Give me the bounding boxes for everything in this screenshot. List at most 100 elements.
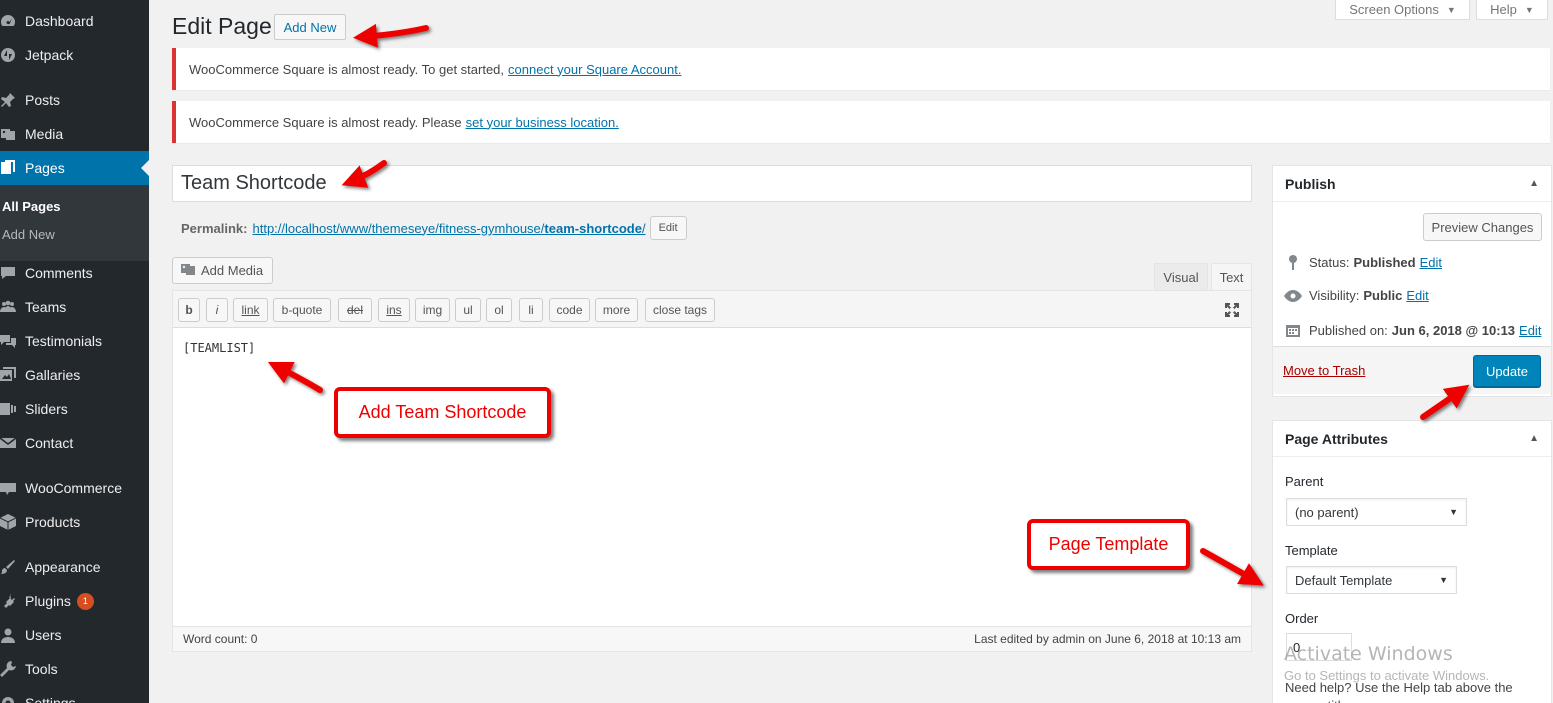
calendar-icon: [1283, 322, 1303, 338]
submenu-all-pages[interactable]: All Pages: [2, 199, 61, 214]
quicktag-italic-button[interactable]: i: [206, 298, 228, 322]
post-title-input[interactable]: Team Shortcode: [172, 165, 1252, 202]
quicktag-bquote-button[interactable]: b-quote: [273, 298, 331, 322]
tab-text[interactable]: Text: [1211, 263, 1252, 291]
annotation-callout-shortcode: Add Team Shortcode: [334, 387, 551, 438]
add-new-page-button[interactable]: Add New: [274, 14, 346, 40]
screen-options-button[interactable]: Screen Options ▼: [1335, 0, 1470, 20]
connect-square-link[interactable]: connect your Square Account.: [508, 62, 681, 77]
tools-icon: [0, 652, 20, 686]
parent-label: Parent: [1285, 474, 1324, 489]
quicktag-bold-button[interactable]: b: [178, 298, 200, 322]
products-icon: [0, 505, 20, 539]
content-textarea[interactable]: [TEAMLIST]: [183, 341, 255, 355]
sidebar-item-settings[interactable]: Settings: [0, 686, 149, 703]
edit-visibility-link[interactable]: Edit: [1406, 288, 1428, 303]
quicktag-code-button[interactable]: code: [549, 298, 590, 322]
sidebar-item-label: Media: [25, 126, 64, 142]
woocommerce-icon: [0, 471, 20, 505]
edit-status-link[interactable]: Edit: [1420, 255, 1442, 270]
quicktags-toolbar: b i link b-quote del ins img ul ol li co…: [173, 291, 1251, 328]
sidebar-item-tools[interactable]: Tools: [0, 652, 149, 686]
parent-select[interactable]: (no parent) ▼: [1286, 498, 1467, 526]
sidebar-item-testimonials[interactable]: Testimonials: [0, 324, 149, 358]
quicktag-link-button[interactable]: link: [233, 298, 268, 322]
add-media-icon: [180, 261, 196, 280]
published-date-row: Published on: Jun 6, 2018 @ 10:13 Edit: [1283, 322, 1541, 338]
sidebar-item-label: Appearance: [25, 559, 101, 575]
jetpack-icon: [0, 38, 20, 72]
help-label: Help: [1490, 2, 1517, 17]
move-to-trash-link[interactable]: Move to Trash: [1283, 363, 1365, 378]
submenu-add-new[interactable]: Add New: [2, 227, 55, 242]
settings-icon: [0, 686, 20, 703]
sidebar-item-contact[interactable]: Contact: [0, 426, 149, 460]
add-media-button[interactable]: Add Media: [172, 257, 273, 284]
sidebar-item-jetpack[interactable]: Jetpack: [0, 38, 149, 72]
testimonials-icon: [0, 324, 20, 358]
quicktag-ol-button[interactable]: ol: [486, 298, 512, 322]
appearance-icon: [0, 550, 20, 584]
quicktag-more-button[interactable]: more: [595, 298, 638, 322]
collapse-arrow-icon[interactable]: ▲: [1529, 178, 1539, 189]
notice-square-connect: WooCommerce Square is almost ready. To g…: [172, 48, 1550, 90]
dropdown-arrow-icon: ▼: [1439, 575, 1448, 585]
sidebar-item-media[interactable]: Media: [0, 117, 149, 151]
quicktag-img-button[interactable]: img: [415, 298, 450, 322]
sidebar-item-dashboard[interactable]: Dashboard: [0, 4, 149, 38]
eye-icon: [1283, 289, 1303, 302]
tab-visual[interactable]: Visual: [1154, 263, 1208, 291]
notice-text: WooCommerce Square is almost ready. Plea…: [189, 114, 462, 130]
quicktag-close-tags-button[interactable]: close tags: [645, 298, 715, 322]
preview-changes-button[interactable]: Preview Changes: [1423, 213, 1542, 241]
permalink-label: Permalink:: [181, 220, 248, 236]
page-title: Edit Page: [172, 13, 272, 39]
sidebar-item-label: WooCommerce: [25, 480, 122, 496]
sidebar-item-label: Teams: [25, 299, 67, 315]
sidebar-item-appearance[interactable]: Appearance: [0, 550, 149, 584]
sidebar-item-plugins[interactable]: Plugins 1: [0, 584, 149, 618]
sidebar-item-label: Posts: [25, 92, 61, 108]
add-media-label: Add Media: [201, 263, 264, 278]
sidebar-item-label: Sliders: [25, 401, 68, 417]
permalink-url[interactable]: http://localhost/www/themeseye/fitness-g…: [252, 221, 645, 236]
sidebar-item-woocommerce[interactable]: WooCommerce: [0, 471, 149, 505]
sidebar-item-products[interactable]: Products: [0, 505, 149, 539]
sidebar-item-posts[interactable]: Posts: [0, 83, 149, 117]
sidebar-item-sliders[interactable]: Sliders: [0, 392, 149, 426]
fullscreen-expand-icon[interactable]: [1223, 301, 1241, 319]
sidebar-item-pages[interactable]: Pages: [0, 151, 149, 185]
sidebar-item-users[interactable]: Users: [0, 618, 149, 652]
help-button[interactable]: Help ▼: [1476, 0, 1548, 20]
notice-business-location: WooCommerce Square is almost ready. Plea…: [172, 101, 1550, 143]
quicktag-del-button[interactable]: del: [338, 298, 372, 322]
quicktag-li-button[interactable]: li: [519, 298, 543, 322]
admin-sidebar: All Pages Add New Dashboard Jetpack Post…: [0, 0, 149, 703]
status-row: Status: Published Edit: [1283, 254, 1442, 270]
update-button[interactable]: Update: [1473, 355, 1541, 387]
quicktag-ins-button[interactable]: ins: [378, 298, 410, 322]
sidebar-item-label: Dashboard: [25, 13, 94, 29]
plugins-update-badge: 1: [76, 592, 94, 610]
sidebar-item-label: Gallaries: [25, 367, 81, 383]
sidebar-item-teams[interactable]: Teams: [0, 290, 149, 324]
collapse-arrow-icon[interactable]: ▲: [1529, 433, 1539, 444]
caret-down-icon: ▼: [1524, 4, 1534, 15]
editor-container: b i link b-quote del ins img ul ol li co…: [172, 290, 1252, 652]
sidebar-item-label: Comments: [25, 265, 93, 281]
last-edited: Last edited by admin on June 6, 2018 at …: [974, 632, 1241, 646]
edit-permalink-button[interactable]: Edit: [649, 216, 687, 240]
template-label: Template: [1285, 543, 1338, 558]
template-select[interactable]: Default Template ▼: [1286, 566, 1457, 594]
activate-windows-subtitle: Go to Settings to activate Windows.: [1284, 668, 1490, 683]
sidebar-item-comments[interactable]: Comments: [0, 256, 149, 290]
sidebar-item-label: Products: [25, 514, 81, 530]
business-location-link[interactable]: set your business location.: [466, 115, 619, 130]
screen-options-label: Screen Options: [1349, 2, 1439, 17]
publish-box-title: Publish ▲: [1273, 166, 1551, 202]
visibility-row: Visibility: Public Edit: [1283, 288, 1429, 303]
sidebar-item-label: Users: [25, 627, 62, 643]
sidebar-item-gallaries[interactable]: Gallaries: [0, 358, 149, 392]
edit-date-link[interactable]: Edit: [1519, 323, 1541, 338]
quicktag-ul-button[interactable]: ul: [455, 298, 481, 322]
